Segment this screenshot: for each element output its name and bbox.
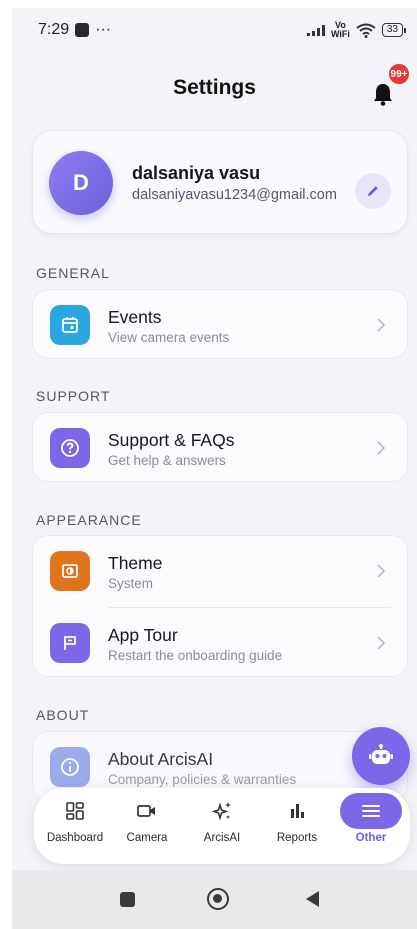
system-navigation-bar [12,870,417,929]
theme-icon [50,551,90,591]
settings-row-support[interactable]: Support & FAQs Get help & answers [33,413,409,483]
notification-badge: 99+ [387,62,411,86]
section-title-appearance: APPEARANCE [36,512,142,528]
wifi-icon [356,23,376,38]
profile-email: dalsaniyavasu1234@gmail.com [132,187,337,203]
calendar-icon [50,305,90,345]
back-button[interactable] [306,891,319,907]
profile-name: dalsaniya vasu [132,163,261,183]
section-title-support: SUPPORT [36,388,111,404]
nav-item-camera[interactable]: Camera [114,798,180,856]
nav-item-dashboard[interactable]: Dashboard [42,798,108,856]
settings-screen: 7:29 ··· Vo WiFi 33 Settings 99+ D dalsa… [12,8,417,929]
edit-profile-button[interactable] [355,173,391,209]
sparkle-icon [211,798,233,824]
dashboard-icon [65,798,85,824]
bottom-navigation: Dashboard Camera ArcisAI Reports Other [34,788,410,864]
vowifi-icon: Vo WiFi [330,20,350,39]
robot-icon [369,744,393,764]
general-card: Events View camera events [32,289,408,359]
nav-item-arcisai[interactable]: ArcisAI [189,798,255,856]
recent-apps-button[interactable] [120,892,135,907]
section-title-about: ABOUT [36,707,90,723]
row-subtitle: View camera events [108,330,230,345]
video-camera-icon [136,798,158,824]
chevron-right-icon [377,636,385,650]
signal-icon [306,24,325,36]
help-circle-icon [50,428,90,468]
chevron-right-icon [377,441,385,455]
section-title-general: GENERAL [36,265,110,281]
avatar: D [49,151,113,215]
pencil-icon [368,186,378,196]
menu-icon [340,793,402,829]
status-time: 7:29 [38,21,70,38]
settings-row-app-tour[interactable]: App Tour Restart the onboarding guide [33,608,409,678]
status-bar: 7:29 ··· Vo WiFi 33 [12,8,417,52]
nav-item-reports[interactable]: Reports [264,798,330,856]
appearance-card: Theme System App Tour Restart the onboar… [32,535,408,677]
page-title: Settings [173,76,256,99]
settings-row-events[interactable]: Events View camera events [33,290,409,360]
bell-icon[interactable] [372,82,394,106]
chevron-right-icon [377,564,385,578]
battery-icon: 33 [381,23,407,37]
settings-row-theme[interactable]: Theme System [33,536,409,606]
flag-icon [50,623,90,663]
profile-card[interactable]: D dalsaniya vasu dalsaniyavasu1234@gmail… [32,130,408,234]
row-title: App Tour [108,625,178,645]
row-subtitle: Restart the onboarding guide [108,648,283,663]
row-subtitle: Company, policies & warranties [108,772,297,787]
status-more: ··· [95,21,112,38]
row-title: Events [108,307,162,327]
row-subtitle: System [108,576,154,591]
row-subtitle: Get help & answers [108,453,226,468]
row-title: Support & FAQs [108,430,235,450]
info-icon [50,747,90,787]
row-title: About ArcisAI [108,749,214,769]
home-button[interactable] [207,888,229,910]
chevron-right-icon [377,318,385,332]
notification-status-icon [75,23,90,37]
support-card: Support & FAQs Get help & answers [32,412,408,482]
bar-chart-icon [287,798,307,824]
nav-item-other[interactable]: Other [338,793,404,856]
row-title: Theme [108,553,163,573]
ai-assistant-button[interactable] [352,727,410,785]
